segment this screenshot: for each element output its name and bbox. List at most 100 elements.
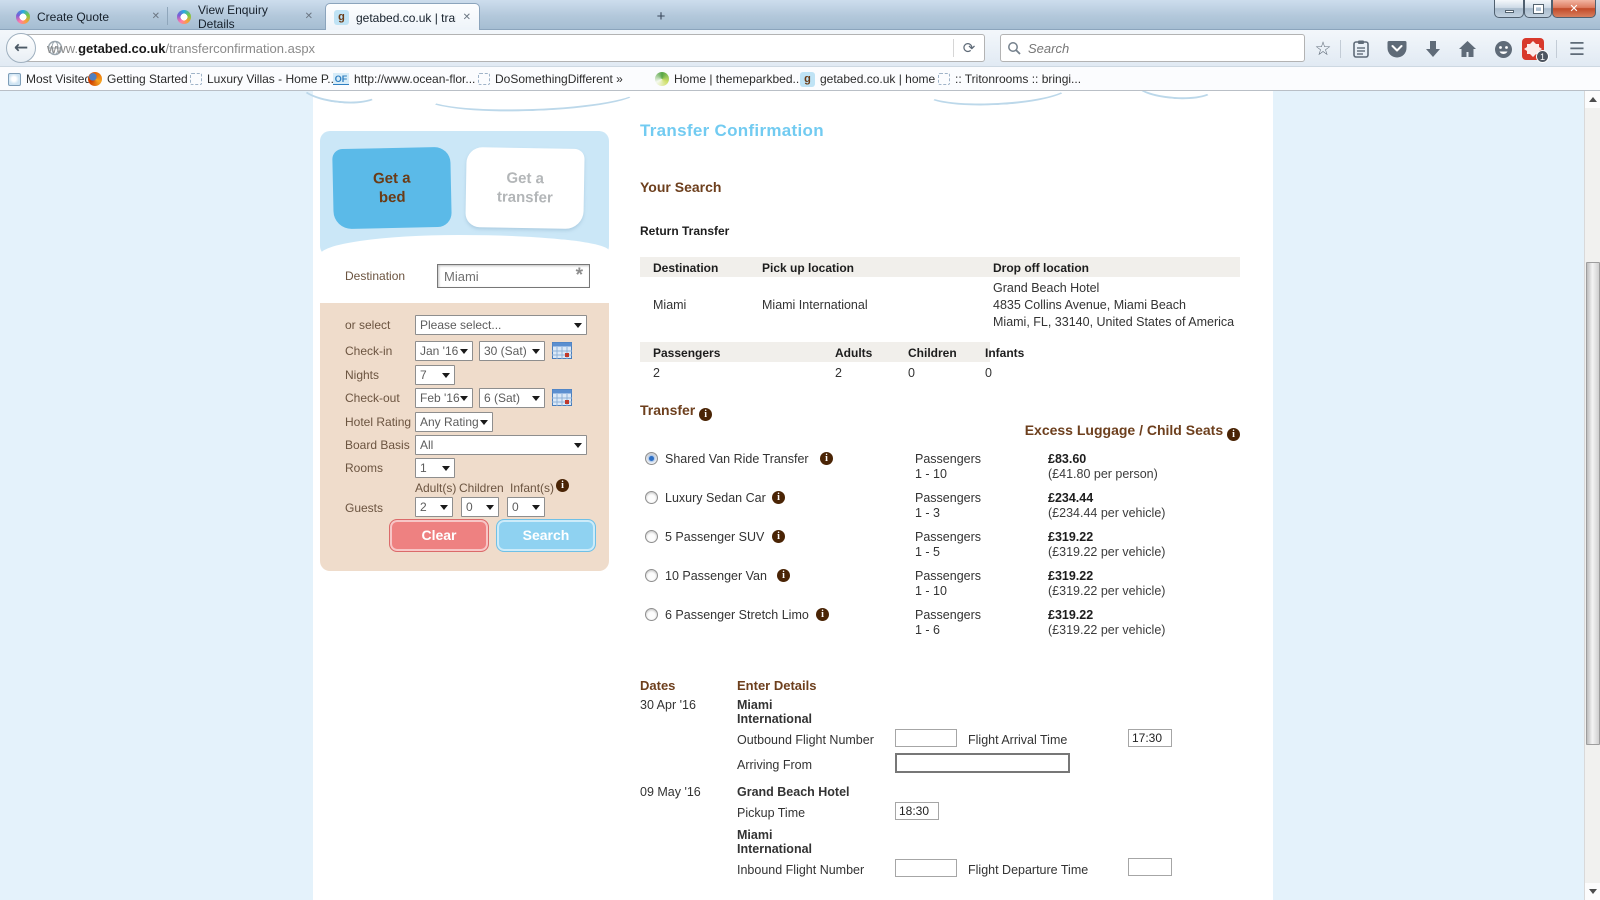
passengers-word: Passengers bbox=[915, 452, 982, 466]
minimize-button[interactable] bbox=[1494, 0, 1524, 18]
chevron-down-icon bbox=[532, 504, 540, 510]
tab-create-quote[interactable]: Create Quote ✕ bbox=[8, 3, 168, 30]
scroll-up-button[interactable] bbox=[1585, 91, 1600, 108]
bookmark-themeparkbed[interactable]: Home | themeparkbed... bbox=[655, 70, 803, 88]
checkout-day-dropdown[interactable]: 6 (Sat) bbox=[479, 388, 545, 408]
departure-time-input[interactable] bbox=[1128, 858, 1172, 876]
chevron-down-icon bbox=[532, 348, 540, 354]
arrival-time-label: Flight Arrival Time bbox=[968, 733, 1068, 747]
outbound-flight-input[interactable] bbox=[895, 729, 957, 747]
url-text: www.getabed.co.uk/transferconfirmation.a… bbox=[47, 40, 316, 56]
column-header: Pick up location bbox=[762, 261, 855, 275]
transfer-option-radio[interactable] bbox=[645, 452, 658, 465]
option-info-icon[interactable]: i bbox=[772, 491, 785, 504]
destination-input[interactable]: Miami * bbox=[437, 264, 590, 288]
transfer-option-radio[interactable] bbox=[645, 491, 658, 504]
search-button[interactable]: Search bbox=[496, 519, 596, 552]
tab-favicon-g-icon: g bbox=[334, 10, 349, 25]
transfer-option-radio[interactable] bbox=[645, 530, 658, 543]
chevron-down-icon bbox=[460, 395, 468, 401]
or-select-dropdown[interactable]: Please select... bbox=[415, 315, 587, 335]
new-tab-button[interactable]: + bbox=[648, 8, 674, 27]
hotel-rating-dropdown[interactable]: Any Rating bbox=[415, 412, 493, 432]
transfer-option-label: 6 Passenger Stretch Limo bbox=[665, 608, 809, 622]
board-basis-dropdown[interactable]: All bbox=[415, 435, 587, 455]
checkin-month-dropdown[interactable]: Jan '16 bbox=[415, 341, 473, 361]
of-favicon: OF bbox=[333, 73, 349, 85]
clear-button[interactable]: Clear bbox=[389, 519, 489, 552]
arrival-time-input[interactable] bbox=[1128, 729, 1172, 747]
column-header: Adults bbox=[835, 346, 873, 360]
bookmark-dosomethingdifferent[interactable]: DoSomethingDifferent » bbox=[478, 70, 623, 88]
menu-hamburger-icon[interactable]: ☰ bbox=[1566, 38, 1588, 60]
adults-dropdown[interactable]: 2 bbox=[415, 497, 453, 517]
tab-get-a-transfer[interactable]: Get a transfer bbox=[465, 146, 585, 230]
infants-dropdown[interactable]: 0 bbox=[507, 497, 545, 517]
tab-view-enquiry[interactable]: View Enquiry Details ✕ bbox=[169, 3, 321, 31]
close-button[interactable]: ✕ bbox=[1552, 0, 1596, 18]
option-price: £319.22 bbox=[1048, 569, 1094, 583]
or-select-label: or select bbox=[345, 318, 391, 332]
option-info-icon[interactable]: i bbox=[816, 608, 829, 621]
rooms-label: Rooms bbox=[345, 461, 384, 475]
option-info-icon[interactable]: i bbox=[777, 569, 790, 582]
transfer-option-radio[interactable] bbox=[645, 569, 658, 582]
firefox-icon bbox=[88, 72, 102, 86]
tab-get-a-bed[interactable]: Get a bed bbox=[332, 146, 452, 230]
scrollbar-thumb[interactable] bbox=[1586, 262, 1600, 745]
guests-info-icon[interactable]: i bbox=[556, 479, 569, 492]
back-button[interactable]: ← bbox=[6, 33, 36, 63]
inbound-date: 09 May '16 bbox=[640, 785, 701, 799]
url-bar[interactable]: www.getabed.co.uk/transferconfirmation.a… bbox=[22, 34, 985, 62]
inbound-location: Miami bbox=[737, 828, 773, 842]
option-price: £319.22 bbox=[1048, 608, 1094, 622]
children-dropdown[interactable]: 0 bbox=[461, 497, 499, 517]
reading-list-icon[interactable] bbox=[1350, 38, 1372, 60]
tab-close-icon[interactable]: ✕ bbox=[305, 11, 313, 22]
bookmark-ocean-flor[interactable]: OF http://www.ocean-flor... bbox=[333, 70, 475, 88]
pickup-hotel: Grand Beach Hotel bbox=[737, 785, 850, 799]
nights-label: Nights bbox=[345, 368, 380, 382]
download-icon[interactable] bbox=[1422, 38, 1444, 60]
chevron-down-icon bbox=[574, 322, 582, 328]
scroll-down-button[interactable] bbox=[1585, 883, 1600, 900]
reload-icon[interactable]: ⟳ bbox=[954, 39, 984, 57]
transfer-option-label: Luxury Sedan Car bbox=[665, 491, 766, 505]
feedback-smiley-icon[interactable] bbox=[1492, 38, 1514, 60]
search-input[interactable] bbox=[1026, 39, 1298, 57]
guests-label: Guests bbox=[345, 501, 384, 515]
dates-heading: Dates bbox=[640, 678, 676, 693]
calendar-icon[interactable] bbox=[552, 389, 572, 406]
bookmark-luxury-villas[interactable]: Luxury Villas - Home P... bbox=[190, 70, 337, 88]
arriving-from-input[interactable] bbox=[895, 753, 1070, 773]
bookmark-getabed[interactable]: g getabed.co.uk | home bbox=[800, 70, 935, 88]
bookmark-most-visited[interactable]: Most Visited bbox=[8, 70, 91, 88]
rooms-dropdown[interactable]: 1 bbox=[415, 458, 455, 478]
bookmarks-bar: Most Visited Getting Started Luxury Vill… bbox=[0, 67, 1600, 91]
tab-close-icon[interactable]: ✕ bbox=[463, 12, 471, 23]
checkin-day-dropdown[interactable]: 30 (Sat) bbox=[479, 341, 545, 361]
bookmark-star-icon[interactable]: ☆ bbox=[1312, 38, 1334, 60]
pocket-icon[interactable] bbox=[1386, 38, 1408, 60]
outbound-flight-label: Outbound Flight Number bbox=[737, 733, 874, 747]
option-info-icon[interactable]: i bbox=[772, 530, 785, 543]
pickup-time-input[interactable] bbox=[895, 802, 939, 820]
tab-label: getabed.co.uk | transferco... bbox=[356, 10, 456, 25]
nights-dropdown[interactable]: 7 bbox=[415, 365, 455, 385]
transfer-option-radio[interactable] bbox=[645, 608, 658, 621]
adblock-icon[interactable]: 1 bbox=[1522, 38, 1549, 63]
tab-close-icon[interactable]: ✕ bbox=[152, 11, 160, 22]
tab-getabed-active[interactable]: g getabed.co.uk | transferco... ✕ bbox=[325, 3, 480, 31]
checkout-month-dropdown[interactable]: Feb '16 bbox=[415, 388, 473, 408]
excess-info-icon[interactable]: i bbox=[1227, 428, 1240, 441]
bookmark-getting-started[interactable]: Getting Started bbox=[88, 70, 188, 88]
home-icon[interactable] bbox=[1456, 38, 1478, 60]
option-info-icon[interactable]: i bbox=[820, 452, 833, 465]
transfer-info-icon[interactable]: i bbox=[699, 408, 713, 421]
inbound-flight-input[interactable] bbox=[895, 859, 957, 877]
search-bar[interactable] bbox=[1000, 34, 1305, 62]
calendar-icon[interactable] bbox=[552, 342, 572, 359]
bookmark-tritonrooms[interactable]: :: Tritonrooms :: bringi... bbox=[938, 70, 1081, 88]
vertical-scrollbar[interactable] bbox=[1584, 91, 1600, 900]
restore-button[interactable] bbox=[1524, 0, 1552, 18]
